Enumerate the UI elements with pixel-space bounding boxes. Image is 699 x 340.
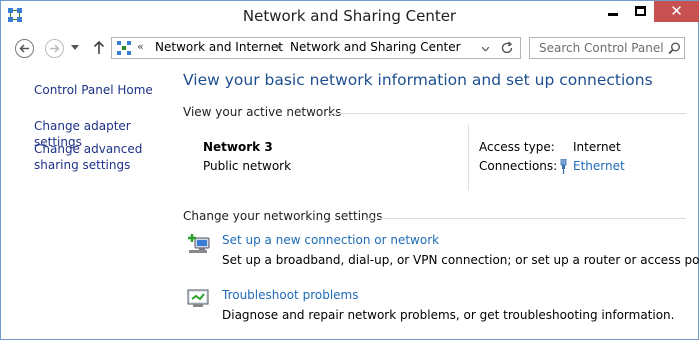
control-panel-icon: [117, 41, 131, 55]
left-pane: Control Panel Home Change adapter settin…: [1, 67, 176, 339]
section-divider: [363, 218, 686, 219]
connections-label: Connections:: [479, 159, 558, 173]
up-arrow-icon[interactable]: [93, 40, 105, 55]
address-dropdown-icon[interactable]: [482, 47, 489, 51]
access-type-label: Access type:: [479, 140, 555, 154]
close-icon: ✕: [670, 2, 683, 20]
control-panel-home-link[interactable]: Control Panel Home: [34, 82, 153, 98]
recent-locations-dropdown[interactable]: [71, 45, 79, 50]
troubleshoot-problems-link[interactable]: Troubleshoot problems: [222, 288, 358, 302]
minimize-button[interactable]: [599, 1, 627, 22]
maximize-icon: [635, 6, 646, 16]
close-button[interactable]: ✕: [654, 1, 699, 22]
change-advanced-sharing-link[interactable]: Change advanced sharing settings: [34, 141, 184, 173]
network-type: Public network: [203, 159, 292, 173]
main-content: View your basic network information and …: [183, 67, 699, 339]
address-bar[interactable]: « Network and Internet › Network and Sha…: [111, 37, 521, 59]
back-button[interactable]: [15, 39, 34, 58]
breadcrumb-network-and-internet[interactable]: Network and Internet: [155, 40, 283, 54]
forward-button[interactable]: [45, 39, 64, 58]
refresh-icon[interactable]: [500, 41, 514, 55]
troubleshoot-description: Diagnose and repair network problems, or…: [222, 308, 675, 322]
network-name: Network 3: [203, 140, 273, 154]
back-arrow-icon: [19, 44, 29, 53]
breadcrumb-overflow[interactable]: «: [137, 40, 144, 53]
window-title: Network and Sharing Center: [242, 7, 457, 25]
ethernet-connection-link[interactable]: Ethernet: [573, 159, 625, 173]
breadcrumb-network-and-sharing-center[interactable]: Network and Sharing Center: [290, 40, 461, 54]
setup-connection-link[interactable]: Set up a new connection or network: [222, 233, 439, 247]
search-box[interactable]: Search Control Panel: [529, 37, 685, 59]
troubleshoot-icon: [187, 289, 209, 307]
vertical-divider: [468, 125, 469, 190]
new-connection-icon: [188, 234, 210, 253]
ethernet-icon: [560, 159, 567, 174]
search-icon[interactable]: [668, 42, 681, 55]
setup-connection-description: Set up a broadband, dial-up, or VPN conn…: [222, 253, 699, 267]
maximize-button[interactable]: [627, 1, 654, 22]
change-settings-header: Change your networking settings: [183, 209, 383, 223]
title-bar[interactable]: Network and Sharing Center ✕: [1, 1, 699, 31]
minimize-icon: [608, 13, 618, 16]
page-title: View your basic network information and …: [183, 71, 653, 89]
breadcrumb-separator[interactable]: ›: [276, 40, 280, 53]
active-networks-header: View your active networks: [183, 105, 342, 119]
search-input[interactable]: Search Control Panel: [539, 41, 664, 55]
access-type-value: Internet: [573, 140, 621, 154]
window: Network and Sharing Center ✕ « Network a…: [0, 0, 699, 340]
navigation-bar: « Network and Internet › Network and Sha…: [1, 33, 698, 63]
section-divider: [328, 113, 686, 114]
forward-arrow-icon: [50, 44, 60, 53]
